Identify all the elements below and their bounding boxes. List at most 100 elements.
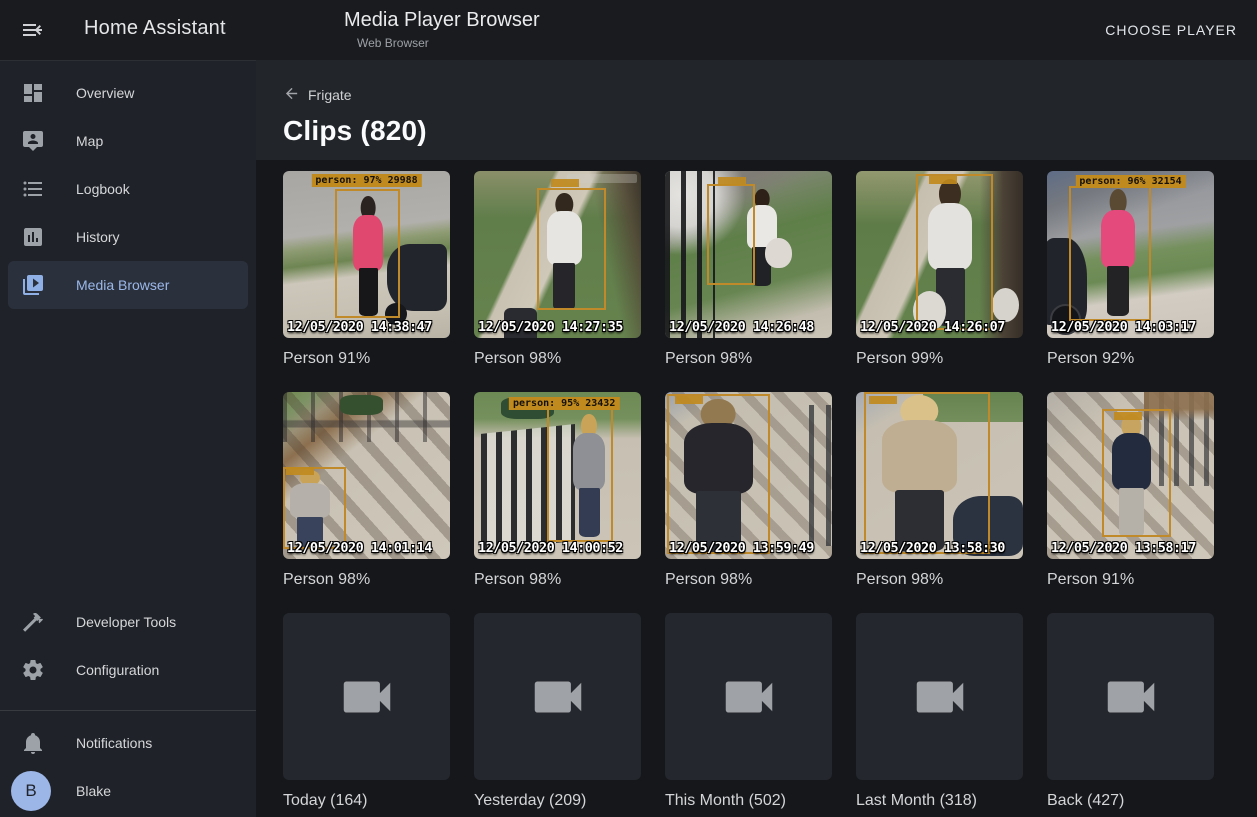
sidebar-item-label: History [76,229,120,245]
detection-bounding-box [1069,186,1151,321]
clip-thumbnail[interactable]: 12/05/2020 13:58:30 [856,392,1023,559]
user-name: Blake [76,783,111,799]
detection-label-chip [718,177,746,185]
clip-item[interactable]: 12/05/2020 13:58:30 Person 98% [856,392,1023,591]
clip-item[interactable]: 12/05/2020 13:59:49 Person 98% [665,392,832,591]
folder-item[interactable]: This Month (502) [665,613,832,812]
clips-title: Clips (820) [283,115,1257,147]
sidebar-item-map[interactable]: Map [8,117,248,165]
detection-bounding-box [1102,409,1170,538]
clip-timestamp-overlay: 12/05/2020 13:58:17 [1051,540,1196,556]
clip-label: Person 98% [665,350,832,370]
clip-label: Person 91% [283,350,450,370]
clip-thumbnail[interactable]: person: 96% 32154 12/05/2020 14:03:17 [1047,171,1214,338]
clip-label: Person 92% [1047,350,1214,370]
sidebar-footer-nav: Developer Tools Configuration [0,598,256,694]
clip-thumbnail[interactable]: 12/05/2020 14:01:14 [283,392,450,559]
folder-item[interactable]: Last Month (318) [856,613,1023,812]
clip-thumbnail[interactable]: 12/05/2020 14:26:07 [856,171,1023,338]
folder-label: Last Month (318) [856,792,1023,812]
folder-thumbnail[interactable] [474,613,641,780]
notifications-label: Notifications [76,735,152,751]
video-camera-icon [527,666,589,728]
clip-thumbnail[interactable]: 12/05/2020 14:27:35 [474,171,641,338]
clip-thumbnail[interactable]: 12/05/2020 14:26:48 [665,171,832,338]
sidebar-item-logbook[interactable]: Logbook [8,165,248,213]
sidebar-item-history[interactable]: History [8,213,248,261]
sidebar-item-overview[interactable]: Overview [8,69,248,117]
history-chart-icon [21,225,45,249]
sidebar: Overview Map Logbook History Media Brows… [0,60,256,817]
clip-label: Person 99% [856,350,1023,370]
view-dashboard-icon [21,81,45,105]
detection-label-chip [551,179,579,187]
breadcrumb-label: Frigate [308,87,352,103]
folder-label: Today (164) [283,792,450,812]
clip-thumbnail[interactable]: 12/05/2020 13:59:49 [665,392,832,559]
menu-open-button[interactable] [20,18,44,42]
folder-item[interactable]: Yesterday (209) [474,613,641,812]
folder-thumbnail[interactable] [1047,613,1214,780]
video-camera-icon [718,666,780,728]
clip-item[interactable]: 12/05/2020 13:58:17 Person 91% [1047,392,1214,591]
detection-bounding-box [707,184,755,284]
clip-timestamp-overlay: 12/05/2020 13:59:49 [669,540,814,556]
main-content: Frigate Clips (820) person: 97% 29988 12… [256,60,1257,817]
clip-item[interactable]: person: 96% 32154 12/05/2020 14:03:17 Pe… [1047,171,1214,370]
folder-item[interactable]: Today (164) [283,613,450,812]
clip-timestamp-overlay: 12/05/2020 14:01:14 [287,540,432,556]
sidebar-item-label: Overview [76,85,134,101]
clip-thumbnail[interactable]: 12/05/2020 13:58:17 [1047,392,1214,559]
sidebar-item-media-browser[interactable]: Media Browser [8,261,248,309]
clip-item[interactable]: 12/05/2020 14:26:48 Person 98% [665,171,832,370]
clip-item[interactable]: person: 95% 23432 12/05/2020 14:00:52 Pe… [474,392,641,591]
folder-item[interactable]: Back (427) [1047,613,1214,812]
sidebar-item-configuration[interactable]: Configuration [8,646,248,694]
folder-thumbnail[interactable] [283,613,450,780]
clip-thumbnail[interactable]: person: 97% 29988 12/05/2020 14:38:47 [283,171,450,338]
clip-timestamp-overlay: 12/05/2020 14:27:35 [478,319,623,335]
sidebar-nav: Overview Map Logbook History Media Brows… [0,69,256,309]
page-title-block: Media Player Browser Web Browser [344,9,540,50]
media-browser-header: Frigate Clips (820) [256,60,1257,160]
top-app-bar: Home Assistant Media Player Browser Web … [0,0,1257,60]
clip-item[interactable]: 12/05/2020 14:01:14 Person 98% [283,392,450,591]
detection-bounding-box [547,407,612,542]
breadcrumb-back-link[interactable]: Frigate [283,85,352,105]
clip-label: Person 98% [283,571,450,591]
sidebar-item-notifications[interactable]: Notifications [8,719,248,767]
folder-thumbnail[interactable] [856,613,1023,780]
sidebar-item-label: Logbook [76,181,130,197]
choose-player-button[interactable]: CHOOSE PLAYER [1105,0,1237,60]
clip-thumbnail[interactable]: person: 95% 23432 12/05/2020 14:00:52 [474,392,641,559]
detection-bounding-box [916,174,993,329]
detection-label-chip [675,396,703,404]
clip-label: Person 98% [665,571,832,591]
page-title: Media Player Browser [344,9,540,32]
app-title: Home Assistant [84,17,226,40]
menu-open-icon [20,30,44,45]
detection-bounding-box [283,467,346,549]
gear-icon [21,658,45,682]
clip-timestamp-overlay: 12/05/2020 14:38:47 [287,319,432,335]
sidebar-item-developer-tools[interactable]: Developer Tools [8,598,248,646]
page-subtitle: Web Browser [357,36,540,50]
sidebar-user-profile[interactable]: B Blake [8,767,248,815]
clip-item[interactable]: person: 97% 29988 12/05/2020 14:38:47 Pe… [283,171,450,370]
clip-label: Person 98% [474,350,641,370]
clip-item[interactable]: 12/05/2020 14:26:07 Person 99% [856,171,1023,370]
sidebar-item-label: Media Browser [76,277,169,293]
folder-thumbnail[interactable] [665,613,832,780]
sidebar-divider [0,710,256,711]
logbook-list-icon [21,177,45,201]
hammer-icon [21,610,45,634]
video-camera-icon [336,666,398,728]
clip-label: Person 91% [1047,571,1214,591]
detection-label-chip: person: 97% 29988 [311,174,421,187]
play-box-multiple-icon [21,273,45,297]
detection-label-chip [1114,412,1142,420]
detection-label-chip [929,176,957,184]
video-camera-icon [1100,666,1162,728]
map-account-icon [21,129,45,153]
clip-item[interactable]: 12/05/2020 14:27:35 Person 98% [474,171,641,370]
